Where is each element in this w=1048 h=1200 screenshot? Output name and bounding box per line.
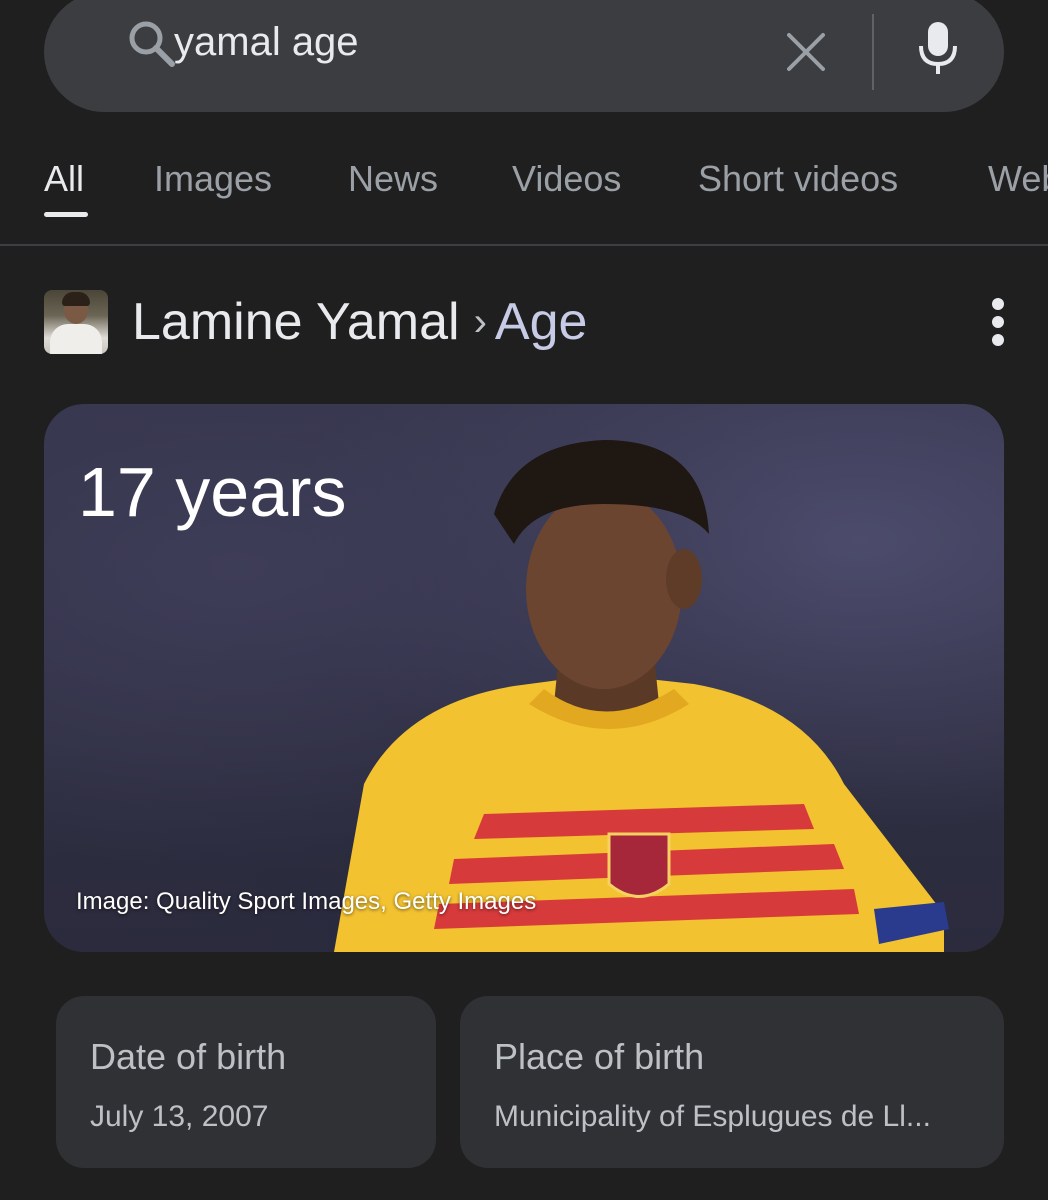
image-credit: Image: Quality Sport Images, Getty Image… (76, 888, 537, 915)
age-hero-card[interactable]: 17 years Image: Quality Sport Images, Ge… (44, 404, 1004, 952)
tab-short-videos[interactable]: Short videos (698, 158, 898, 200)
search-tabs: All Images News Videos Short videos Web (0, 150, 1048, 246)
tab-all[interactable]: All (44, 158, 84, 200)
card-value: July 13, 2007 (90, 1100, 269, 1133)
card-label: Date of birth (90, 1036, 287, 1077)
entity-breadcrumb[interactable]: Lamine Yamal › Age (132, 292, 587, 352)
mic-icon[interactable] (916, 20, 960, 78)
age-value: 17 years (78, 453, 347, 531)
card-label: Place of birth (494, 1036, 705, 1077)
active-tab-indicator (44, 212, 88, 217)
entity-attribute: Age (494, 293, 588, 351)
tab-images[interactable]: Images (154, 158, 272, 200)
place-of-birth-card[interactable]: Place of birth Municipality of Esplugues… (460, 996, 1004, 1168)
date-of-birth-card[interactable]: Date of birth July 13, 2007 (56, 996, 436, 1168)
entity-name[interactable]: Lamine Yamal (132, 293, 460, 351)
tab-news[interactable]: News (348, 158, 438, 200)
entity-thumbnail[interactable] (44, 290, 108, 354)
search-divider (872, 14, 874, 90)
search-input[interactable]: yamal age (174, 20, 359, 65)
clear-icon[interactable] (784, 30, 828, 74)
more-options-icon[interactable] (986, 298, 1010, 346)
tab-web[interactable]: Web (988, 158, 1048, 200)
search-icon (129, 21, 175, 67)
breadcrumb-separator: › (473, 300, 487, 344)
tab-videos[interactable]: Videos (512, 158, 621, 200)
card-value: Municipality of Esplugues de Ll... (494, 1100, 931, 1133)
search-bar[interactable]: yamal age (44, 0, 1004, 112)
